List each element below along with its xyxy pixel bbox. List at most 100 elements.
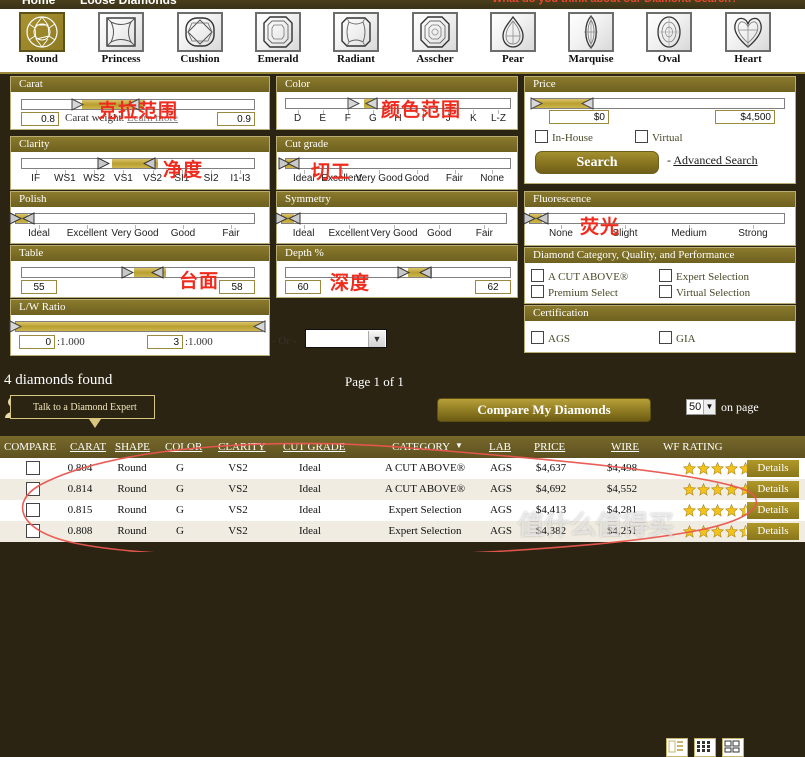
- lw-slider-handle-max[interactable]: [253, 320, 266, 333]
- checkbox-box[interactable]: [531, 331, 544, 344]
- col-header-price[interactable]: PRICE: [534, 441, 565, 453]
- depth-slider-handle-min[interactable]: [397, 266, 410, 279]
- symmetry-slider-track[interactable]: [281, 213, 507, 224]
- col-header-lab[interactable]: LAB: [489, 441, 511, 453]
- compare-my-diamonds-button[interactable]: Compare My Diamonds: [437, 398, 651, 422]
- col-header-clarity[interactable]: CLARITY: [218, 441, 266, 453]
- lw-max-input[interactable]: 3: [147, 335, 183, 349]
- price-slider-track[interactable]: [533, 98, 785, 109]
- checkbox-box[interactable]: [659, 269, 672, 282]
- clarity-slider-handle-max[interactable]: [143, 157, 156, 170]
- checkbox-box[interactable]: [531, 285, 544, 298]
- table-row[interactable]: 0.815 Round G VS2 Ideal Expert Selection AGS $4…: [0, 500, 805, 521]
- details-button[interactable]: Details: [747, 502, 799, 519]
- fluorescence-slider-track[interactable]: [529, 213, 785, 224]
- color-slider-track[interactable]: [285, 98, 511, 109]
- lw-slider-track[interactable]: [15, 321, 263, 332]
- price-slider-handle-min[interactable]: [530, 97, 543, 110]
- price-max-input[interactable]: $4,500: [715, 110, 775, 124]
- col-header-category[interactable]: CATEGORY: [392, 441, 450, 453]
- depth-slider-handle-max[interactable]: [419, 266, 432, 279]
- checkbox-premium-select[interactable]: Premium Select: [531, 285, 618, 299]
- depth-min-input[interactable]: 60: [285, 280, 321, 294]
- shape-option-princess[interactable]: Princess: [89, 12, 153, 65]
- checkbox-virtual[interactable]: Virtual: [635, 130, 683, 144]
- cut-grade-slider-track[interactable]: [285, 158, 511, 169]
- carat-learn-more-link[interactable]: Learn more: [127, 112, 178, 124]
- col-header-wire[interactable]: WIRE: [611, 441, 639, 453]
- table-row[interactable]: 0.814 Round G VS2 Ideal A CUT ABOVE® AGS $4,692…: [0, 479, 805, 500]
- row-compare-checkbox[interactable]: [26, 503, 40, 517]
- shape-option-marquise[interactable]: Marquise: [559, 12, 623, 65]
- table-row[interactable]: 0.804 Round G VS2 Ideal A CUT ABOVE® AGS $4,637…: [0, 458, 805, 479]
- chevron-down-icon[interactable]: ▼: [703, 400, 715, 414]
- checkbox-in-house[interactable]: In-House: [535, 130, 593, 144]
- symmetry-slider-handle-min[interactable]: [275, 212, 288, 225]
- polish-slider-handle-min[interactable]: [9, 212, 22, 225]
- details-button[interactable]: Details: [747, 523, 799, 540]
- checkbox-box[interactable]: [635, 130, 648, 143]
- price-min-input[interactable]: $0: [549, 110, 609, 124]
- col-header-shape[interactable]: SHAPE: [115, 441, 150, 453]
- fluorescence-slider-handle-max[interactable]: [536, 212, 549, 225]
- table-slider-handle-min[interactable]: [121, 266, 134, 279]
- col-header-color[interactable]: COLOR: [165, 441, 202, 453]
- shape-option-emerald[interactable]: Emerald: [246, 12, 310, 65]
- search-button[interactable]: Search: [535, 151, 659, 174]
- nav-link-home[interactable]: Home: [22, 0, 55, 7]
- depth-max-input[interactable]: 62: [475, 280, 511, 294]
- price-slider-handle-max[interactable]: [581, 97, 594, 110]
- shape-option-pear[interactable]: Pear: [481, 12, 545, 65]
- per-page-select[interactable]: 50 ▼: [686, 399, 716, 415]
- carat-slider-handle-min[interactable]: [71, 98, 84, 111]
- table-slider-handle-max[interactable]: [151, 266, 164, 279]
- polish-slider-track[interactable]: [15, 213, 255, 224]
- lw-ratio-select[interactable]: ▼: [305, 329, 387, 348]
- clarity-slider-track[interactable]: [21, 158, 255, 169]
- table-slider-track[interactable]: [21, 267, 255, 278]
- color-slider-handle-max[interactable]: [365, 97, 378, 110]
- tile-view-icon[interactable]: [722, 738, 745, 757]
- shape-option-round[interactable]: Round: [10, 12, 74, 65]
- sort-descending-icon[interactable]: ▼: [455, 441, 463, 450]
- carat-min-input[interactable]: 0.8: [21, 112, 59, 126]
- checkbox-box[interactable]: [659, 331, 672, 344]
- col-header-carat[interactable]: CARAT: [70, 441, 106, 453]
- details-button[interactable]: Details: [747, 481, 799, 498]
- row-compare-checkbox[interactable]: [26, 524, 40, 538]
- advanced-search-link[interactable]: Advanced Search: [673, 153, 757, 167]
- checkbox-box[interactable]: [535, 130, 548, 143]
- talk-to-expert-button[interactable]: Talk to a Diamond Expert: [10, 395, 155, 428]
- lw-min-input[interactable]: 0: [19, 335, 55, 349]
- nav-link-loose-diamonds[interactable]: Loose Diamonds: [80, 0, 177, 7]
- cut-grade-slider-handle-max[interactable]: [287, 157, 300, 170]
- chevron-down-icon[interactable]: ▼: [368, 331, 385, 347]
- shape-option-cushion[interactable]: Cushion: [168, 12, 232, 65]
- checkbox-a-cut-above[interactable]: A CUT ABOVE®: [531, 269, 628, 283]
- table-row[interactable]: 0.808 Round G VS2 Ideal Expert Selection AGS $4…: [0, 521, 805, 542]
- checkbox-virtual-selection[interactable]: Virtual Selection: [659, 285, 750, 299]
- table-min-input[interactable]: 55: [21, 280, 57, 294]
- grid-view-icon[interactable]: [694, 738, 717, 757]
- color-slider-handle-min[interactable]: [347, 97, 360, 110]
- checkbox-gia[interactable]: GIA: [659, 331, 696, 345]
- polish-slider-handle-max[interactable]: [22, 212, 35, 225]
- checkbox-expert-selection[interactable]: Expert Selection: [659, 269, 749, 283]
- row-compare-checkbox[interactable]: [26, 482, 40, 496]
- table-max-input[interactable]: 58: [219, 280, 255, 294]
- list-view-icon[interactable]: [666, 738, 688, 757]
- symmetry-slider-handle-max[interactable]: [288, 212, 301, 225]
- carat-max-input[interactable]: 0.9: [217, 112, 255, 126]
- checkbox-box[interactable]: [659, 285, 672, 298]
- lw-slider-handle-min[interactable]: [9, 320, 22, 333]
- nav-feedback-note[interactable]: What do you think about our Diamond Sear…: [492, 0, 738, 5]
- checkbox-ags[interactable]: AGS: [531, 331, 570, 345]
- shape-option-radiant[interactable]: Radiant: [324, 12, 388, 65]
- fluorescence-slider-handle-min[interactable]: [523, 212, 536, 225]
- clarity-slider-handle-min[interactable]: [97, 157, 110, 170]
- shape-option-oval[interactable]: Oval: [637, 12, 701, 65]
- shape-option-asscher[interactable]: Asscher: [403, 12, 467, 65]
- checkbox-box[interactable]: [531, 269, 544, 282]
- details-button[interactable]: Details: [747, 460, 799, 477]
- col-header-cut-grade[interactable]: CUT GRADE: [283, 441, 345, 453]
